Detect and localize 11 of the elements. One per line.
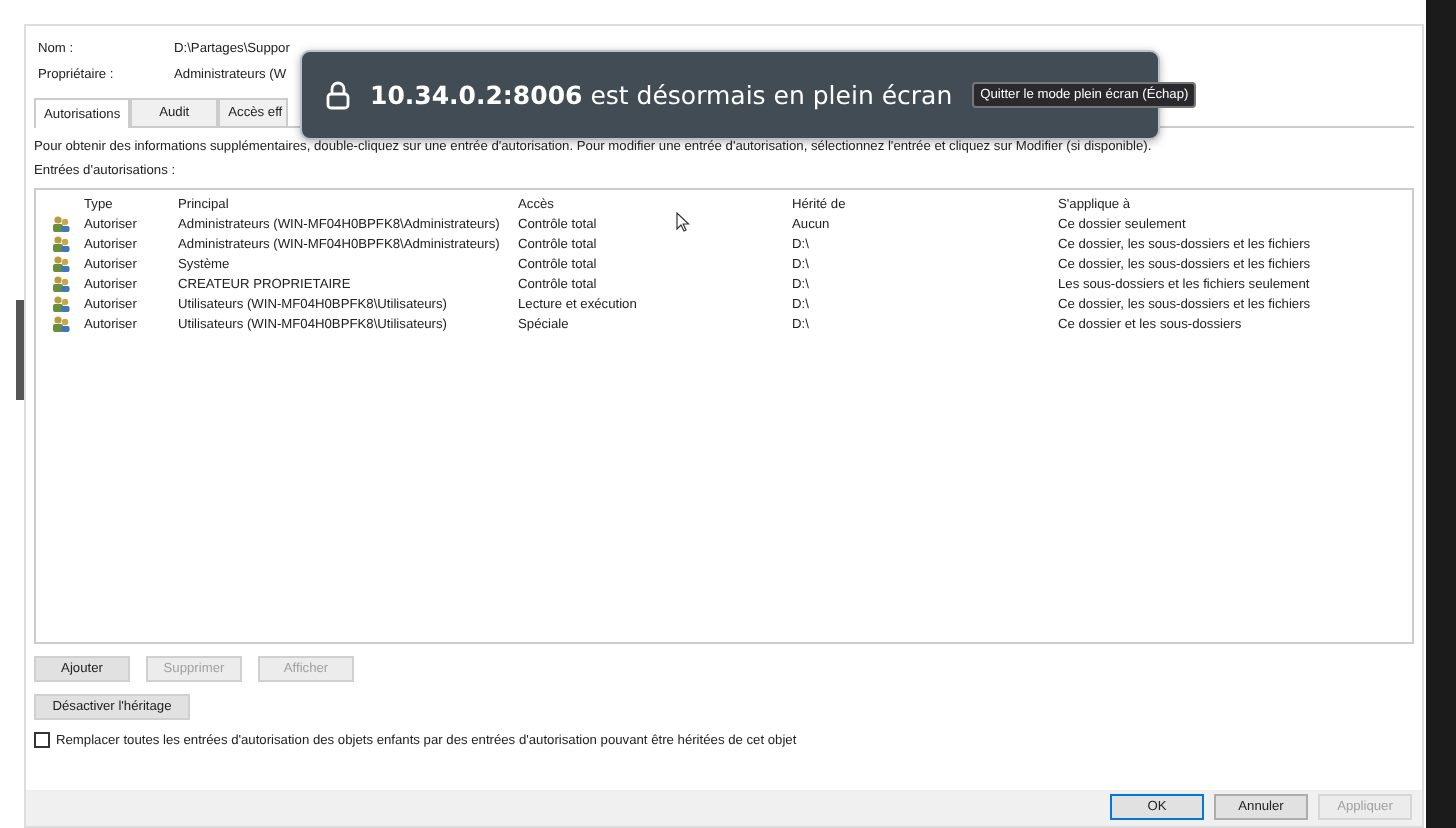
window-edge bbox=[16, 300, 24, 400]
users-icon bbox=[51, 276, 69, 292]
users-icon bbox=[51, 236, 69, 252]
lock-icon bbox=[326, 80, 350, 110]
users-icon bbox=[51, 256, 69, 272]
checkbox[interactable] bbox=[34, 732, 50, 748]
cursor-icon bbox=[676, 212, 690, 232]
users-icon bbox=[51, 216, 69, 232]
users-icon bbox=[51, 296, 69, 312]
notice-text: 10.34.0.2:8006 est désormais en plein écran bbox=[370, 80, 953, 110]
users-icon bbox=[51, 316, 69, 332]
